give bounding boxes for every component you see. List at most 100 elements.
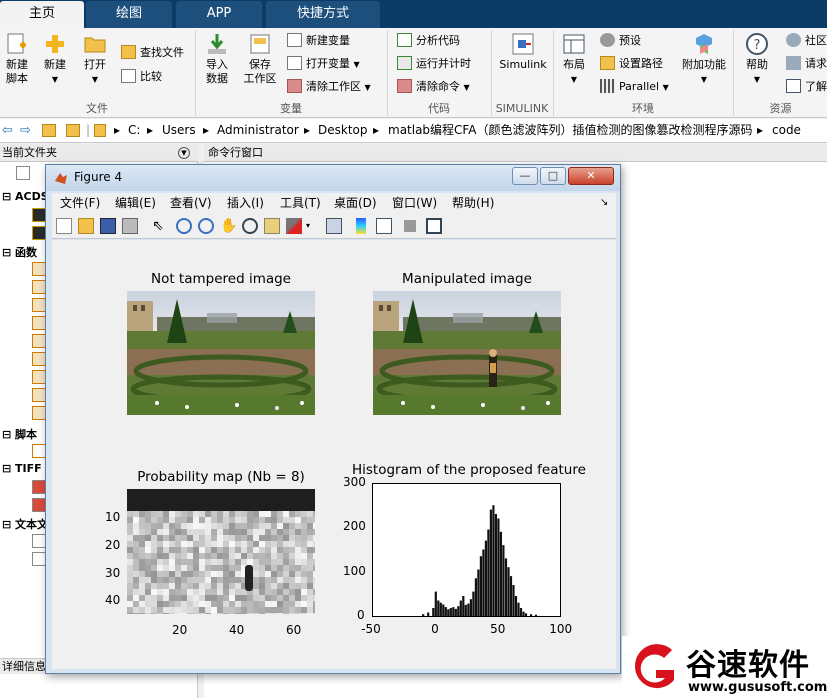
zoom-in-icon[interactable] xyxy=(176,218,192,234)
new-figure-icon[interactable] xyxy=(56,218,72,234)
section-text[interactable]: ⊟ 文本文 xyxy=(2,516,48,532)
parallel-button[interactable]: Parallel ▼ xyxy=(600,78,669,96)
link-icon[interactable] xyxy=(326,218,342,234)
group-label-simulink: SIMULINK xyxy=(495,102,549,115)
breadcrumb-desktop[interactable]: Desktop xyxy=(318,119,368,142)
panel-menu-icon[interactable]: ▼ xyxy=(178,147,190,159)
new-button[interactable]: 新建 ▼ xyxy=(40,32,70,87)
minimize-button[interactable]: — xyxy=(512,167,538,185)
back-arrow-icon[interactable]: ⇦ xyxy=(2,119,13,142)
probmap-cell xyxy=(175,529,181,535)
probmap-cell xyxy=(157,529,163,535)
probmap-cell xyxy=(229,553,235,559)
simulink-button[interactable]: Simulink xyxy=(495,32,551,72)
colorbar-icon[interactable] xyxy=(356,218,366,234)
figure-titlebar[interactable]: Figure 4 — □ ✕ xyxy=(46,165,620,191)
save-icon[interactable] xyxy=(100,218,116,234)
histogram-bar xyxy=(529,614,533,616)
menu-window[interactable]: 窗口(W) xyxy=(392,193,437,213)
probmap-cell xyxy=(265,553,271,559)
dock-icon[interactable] xyxy=(426,218,442,234)
section-acds[interactable]: ⊟ ACDS xyxy=(2,190,49,203)
probmap-cell xyxy=(127,571,133,577)
breadcrumb-administrator[interactable]: Administrator xyxy=(217,119,299,142)
find-files-button[interactable]: 查找文件 xyxy=(121,44,184,62)
figure-canvas: Not tampered image Manipulated image Pro… xyxy=(52,240,616,669)
layout-button[interactable]: 布局 ▼ xyxy=(558,32,590,87)
add-ons-button[interactable]: 附加功能 ▼ xyxy=(680,32,728,87)
learn-matlab-button[interactable]: 了解 xyxy=(786,78,827,96)
run-and-time-button[interactable]: 运行并计时 xyxy=(397,55,471,73)
maximize-button[interactable]: □ xyxy=(540,167,566,185)
pan-icon[interactable]: ✋ xyxy=(220,218,237,234)
breadcrumb-drive[interactable]: C: xyxy=(128,119,140,142)
histogram-ytick: 100 xyxy=(343,563,366,578)
zoom-out-icon[interactable] xyxy=(198,218,214,234)
breadcrumb-project[interactable]: matlab编程CFA（颜色滤波阵列）插值检测的图像篡改检测程序源码 xyxy=(388,119,752,142)
dock-arrow-icon[interactable]: ↘ xyxy=(600,193,608,213)
section-functions[interactable]: ⊟ 函数 xyxy=(2,244,37,260)
new-variable-icon xyxy=(287,33,302,47)
forward-arrow-icon[interactable]: ⇨ xyxy=(20,119,31,142)
probmap-cell xyxy=(289,565,295,571)
menu-view[interactable]: 查看(V) xyxy=(170,193,212,213)
menu-file[interactable]: 文件(F) xyxy=(60,193,100,213)
analyze-code-button[interactable]: 分析代码 xyxy=(397,32,460,50)
folder-icon xyxy=(94,124,106,137)
legend-icon[interactable] xyxy=(376,218,392,234)
menu-help[interactable]: 帮助(H) xyxy=(452,193,494,213)
clear-workspace-button[interactable]: 清除工作区 ▼ xyxy=(287,78,371,96)
probmap-cell xyxy=(301,583,307,589)
probmap-cell xyxy=(211,613,217,614)
menu-desktop[interactable]: 桌面(D) xyxy=(334,193,377,213)
breadcrumb-users[interactable]: Users xyxy=(162,119,196,142)
probmap-cell xyxy=(145,517,151,523)
import-data-button[interactable]: 导入 数据 xyxy=(202,32,232,86)
probmap-cell xyxy=(199,523,205,529)
new-script-button[interactable]: 新建 脚本 xyxy=(2,32,32,86)
menu-tools[interactable]: 工具(T) xyxy=(280,193,321,213)
print-icon[interactable] xyxy=(122,218,138,234)
preferences-button[interactable]: 预设 xyxy=(600,32,641,50)
open-button[interactable]: 打开 ▼ xyxy=(80,32,110,87)
section-scripts[interactable]: ⊟ 脚本 xyxy=(2,426,37,442)
new-variable-button[interactable]: 新建变量 xyxy=(287,32,350,50)
hide-tools-icon[interactable] xyxy=(404,220,416,232)
open-file-icon[interactable] xyxy=(78,218,94,234)
tab-apps[interactable]: APP xyxy=(176,1,262,28)
browse-folder-icon[interactable] xyxy=(66,124,80,137)
clear-commands-button[interactable]: 清除命令 ▼ xyxy=(397,78,470,96)
probmap-cell xyxy=(175,595,181,601)
breadcrumb-code[interactable]: code xyxy=(772,119,801,142)
close-button[interactable]: ✕ xyxy=(568,167,614,185)
probmap-cell xyxy=(295,523,301,529)
chevron-down-icon[interactable]: ▾ xyxy=(306,218,314,234)
probmap-cell xyxy=(127,595,133,601)
pointer-icon[interactable]: ⇖ xyxy=(150,218,166,234)
save-workspace-button[interactable]: 保存 工作区 xyxy=(242,32,278,86)
request-support-button[interactable]: 请求支 xyxy=(786,55,827,73)
set-path-button[interactable]: 设置路径 xyxy=(600,55,663,73)
tab-home[interactable]: 主页 xyxy=(0,1,84,28)
probmap-cell xyxy=(289,511,295,517)
probmap-cell xyxy=(127,511,133,517)
tab-plots[interactable]: 绘图 xyxy=(86,1,172,28)
brush-icon[interactable] xyxy=(286,218,302,234)
probmap-cell xyxy=(145,547,151,553)
data-cursor-icon[interactable] xyxy=(264,218,280,234)
rotate-icon[interactable] xyxy=(242,218,258,234)
section-tiff[interactable]: ⊟ TIFF xyxy=(2,462,42,475)
probmap-cell xyxy=(205,571,211,577)
probmap-cell xyxy=(175,553,181,559)
help-button[interactable]: ? 帮助 ▼ xyxy=(742,32,772,87)
compare-button[interactable]: 比较 xyxy=(121,68,162,86)
probmap-cell xyxy=(235,523,241,529)
open-variable-button[interactable]: 打开变量 ▼ xyxy=(287,55,360,73)
menu-insert[interactable]: 插入(I) xyxy=(227,193,264,213)
probmap-cell xyxy=(157,601,163,607)
community-button[interactable]: 社区 xyxy=(786,32,827,50)
tab-shortcuts[interactable]: 快捷方式 xyxy=(266,1,380,28)
probmap-cell xyxy=(139,577,145,583)
up-folder-icon[interactable] xyxy=(42,124,56,137)
menu-edit[interactable]: 编辑(E) xyxy=(115,193,156,213)
